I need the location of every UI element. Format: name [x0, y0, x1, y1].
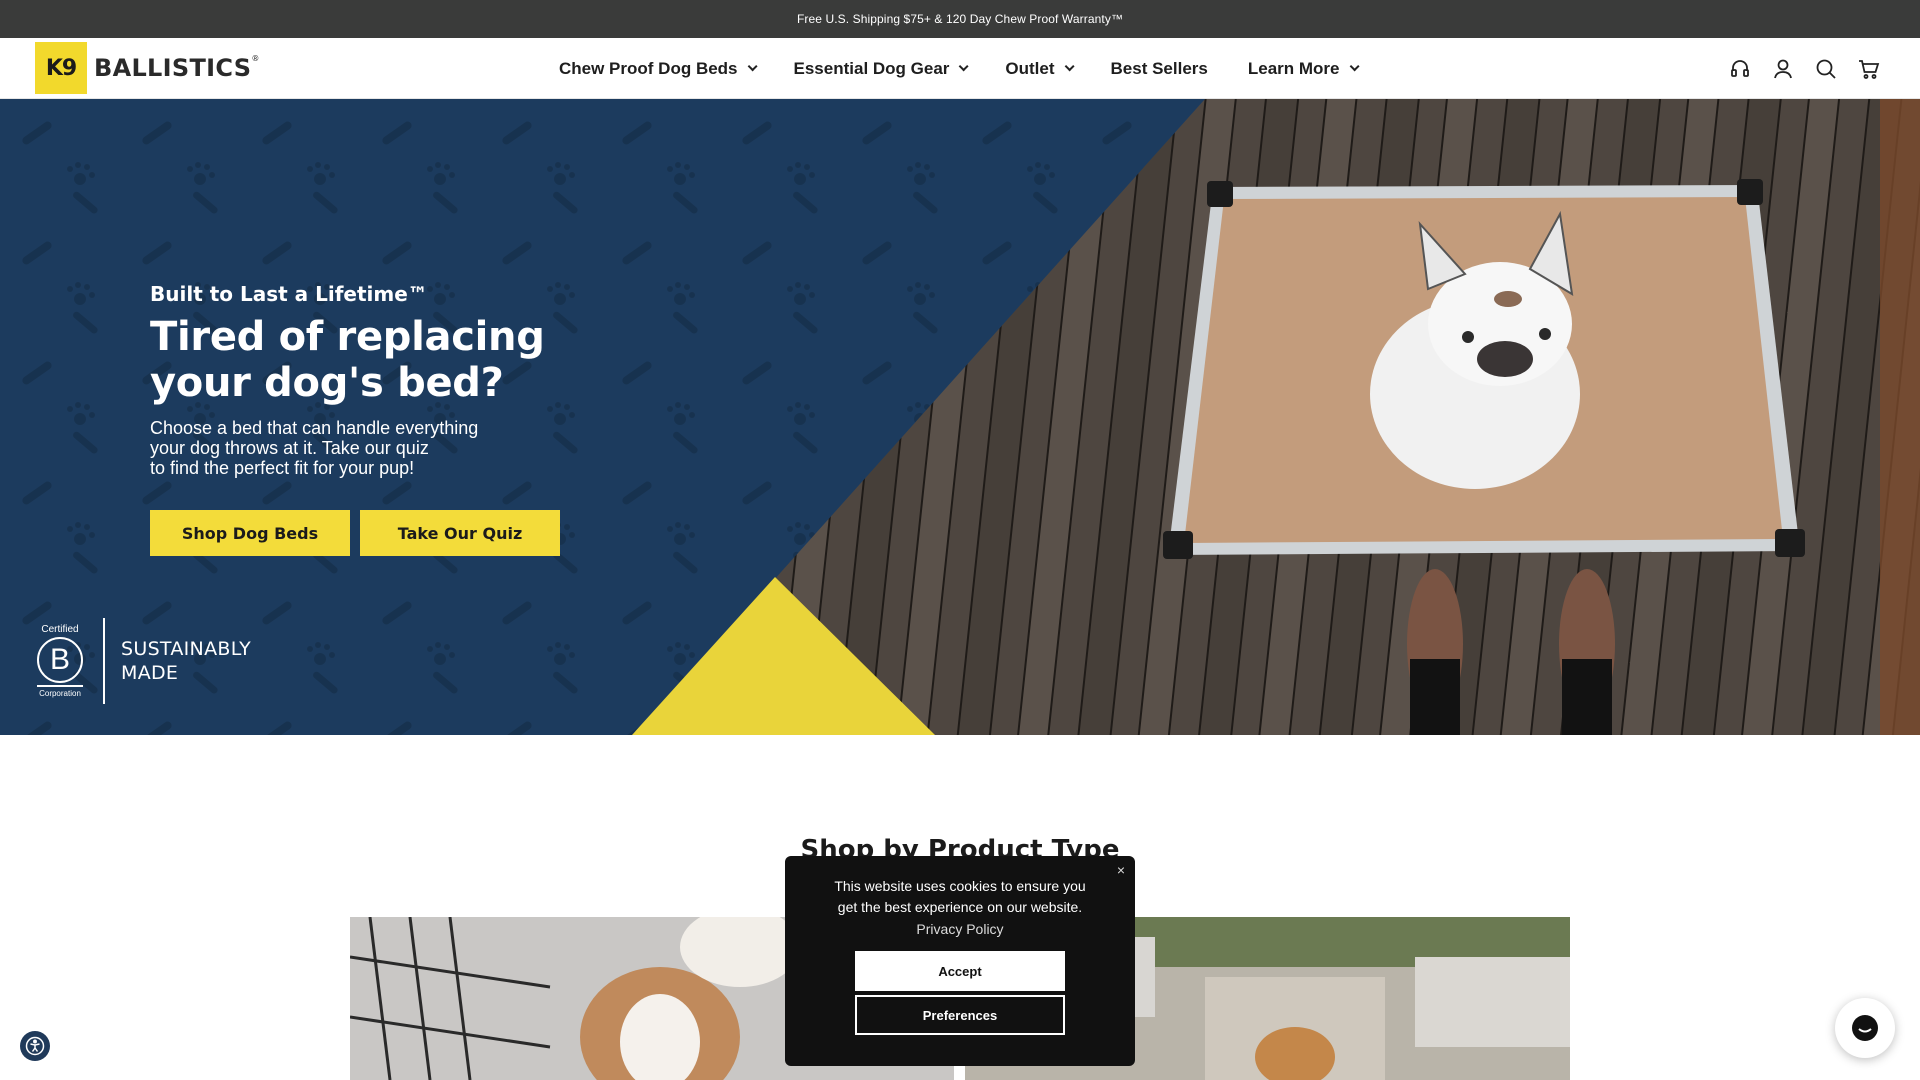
b-corp-corporation: Corporation — [39, 689, 81, 698]
made-line: MADE — [121, 662, 179, 684]
chevron-down-icon — [1064, 61, 1075, 72]
nav-label: Chew Proof Dog Beds — [559, 58, 738, 78]
chevron-down-icon — [959, 61, 969, 72]
nav-label: Best Sellers — [1110, 58, 1208, 78]
badge-divider — [103, 618, 105, 704]
cookie-message: This website uses cookies to ensure you … — [834, 878, 1086, 915]
accept-cookies-button[interactable]: Accept — [855, 951, 1065, 991]
cookie-preferences-button[interactable]: Preferences — [855, 995, 1065, 1035]
shop-dog-beds-button[interactable]: Shop Dog Beds — [150, 510, 350, 556]
chat-icon[interactable] — [1835, 998, 1895, 1058]
hero-headline-line: your dog's bed? — [150, 360, 504, 406]
close-icon[interactable]: × — [1117, 862, 1125, 878]
sustainably-line: SUSTAINABLY — [121, 638, 251, 660]
account-icon[interactable] — [1772, 58, 1794, 80]
site-header: K9 BALLISTICS® Chew Proof Dog Beds Essen… — [0, 38, 1920, 99]
nav-item-essential-dog-gear[interactable]: Essential Dog Gear — [793, 58, 969, 79]
logo-wordmark: BALLISTICS® — [94, 54, 260, 82]
b-corp-underline — [37, 685, 83, 687]
hero-headline: Tired of replacing your dog's bed? — [150, 314, 600, 406]
b-corp-letter: B — [37, 637, 83, 683]
logo[interactable]: K9 BALLISTICS® — [35, 42, 260, 94]
accessibility-icon[interactable] — [20, 1031, 50, 1061]
sustainably-made-text: SUSTAINABLY MADE — [121, 637, 251, 685]
cookie-banner: × This website uses cookies to ensure yo… — [785, 856, 1135, 1066]
nav-label: Learn More — [1247, 58, 1340, 78]
nav-item-chew-proof-dog-beds[interactable]: Chew Proof Dog Beds — [559, 58, 758, 79]
hero-subtext-line: your dog throws at it. Take our quiz — [150, 438, 429, 458]
hero-subtext-line: Choose a bed that can handle everything — [150, 418, 479, 438]
hero-cta-row: Shop Dog Beds Take Our Quiz — [150, 510, 570, 556]
nav-item-outlet[interactable]: Outlet — [1005, 58, 1075, 79]
hero-copy: Built to Last a Lifetime™ Tired of repla… — [150, 282, 600, 478]
hero-eyebrow: Built to Last a Lifetime™ — [150, 282, 428, 306]
b-corp-logo: Certified B Corporation — [37, 624, 83, 698]
hero-subtext-line: to find the perfect fit for your pup! — [150, 458, 415, 478]
cart-icon[interactable] — [1858, 58, 1880, 80]
hero-headline-line: Tired of replacing — [150, 314, 545, 360]
privacy-policy-link[interactable]: Privacy Policy — [785, 921, 1135, 937]
nav-label: Outlet — [1005, 58, 1055, 78]
nav-item-best-sellers[interactable]: Best Sellers — [1111, 59, 1208, 79]
chevron-down-icon — [1349, 61, 1360, 72]
main-nav: Chew Proof Dog Beds Essential Dog Gear O… — [559, 38, 1396, 99]
nav-item-learn-more[interactable]: Learn More — [1247, 58, 1360, 79]
search-icon[interactable] — [1815, 58, 1837, 80]
header-icons — [1708, 38, 1880, 99]
b-corp-certified: Certified — [41, 624, 79, 635]
take-our-quiz-button[interactable]: Take Our Quiz — [360, 510, 560, 556]
announcement-bar: Free U.S. Shipping $75+ & 120 Day Chew P… — [0, 0, 1920, 38]
hero-banner: Built to Last a Lifetime™ Tired of repla… — [0, 99, 1920, 735]
hero-subtext: Choose a bed that can handle everything … — [150, 418, 510, 478]
b-corp-badge: Certified B Corporation SUSTAINABLY MADE — [37, 618, 251, 704]
announcement-text: Free U.S. Shipping $75+ & 120 Day Chew P… — [796, 12, 1124, 26]
nav-label: Essential Dog Gear — [793, 58, 950, 78]
chevron-down-icon — [747, 61, 758, 72]
logo-mark: K9 — [35, 42, 87, 94]
support-icon[interactable] — [1729, 58, 1751, 80]
